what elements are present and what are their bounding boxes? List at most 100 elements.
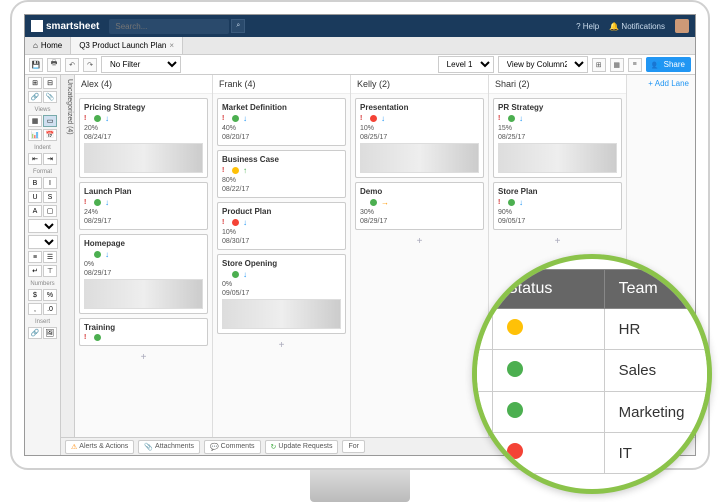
viewby-select[interactable]: View by Column2 <box>498 56 588 73</box>
expand-button[interactable]: ⊞ <box>28 77 42 89</box>
card[interactable]: Store Plan!↓90%09/05/17 <box>493 182 622 230</box>
lane: Kelly (2) Presentation!↓10%08/25/17Demo→3… <box>351 75 489 455</box>
brand-logo[interactable]: smartsheet <box>31 20 99 32</box>
wrap-button[interactable]: ↵ <box>28 265 42 277</box>
font-color-button[interactable]: A <box>28 205 42 217</box>
insert-link-button[interactable]: 🔗 <box>28 327 42 339</box>
card-status-row: !↓ <box>84 198 203 207</box>
tab-home[interactable]: ⌂Home <box>25 37 71 54</box>
card[interactable]: Business Case!↑80%08/22/17 <box>217 150 346 198</box>
card[interactable]: Launch Plan!↓24%08/29/17 <box>79 182 208 230</box>
font-select[interactable]: Arial <box>28 219 58 233</box>
card-image <box>360 143 479 173</box>
card-title: Store Opening <box>222 259 341 268</box>
forms-button[interactable]: For <box>342 440 365 453</box>
share-button[interactable]: 👥Share <box>646 57 691 72</box>
percent-button[interactable]: % <box>43 289 57 301</box>
align-center-button[interactable]: ☰ <box>43 251 57 263</box>
size-select[interactable]: 8 <box>28 235 58 249</box>
card[interactable]: Homepage↓0%08/29/17 <box>79 234 208 314</box>
priority-icon: ! <box>84 334 90 341</box>
card[interactable]: PR Strategy!↓15%08/25/17 <box>493 98 622 178</box>
indent-button[interactable]: ⇥ <box>43 153 57 165</box>
card-status-row: !↓ <box>360 114 479 123</box>
card-settings-button[interactable]: ⊞ <box>592 58 606 72</box>
status-dot-icon <box>94 251 101 258</box>
add-card-button[interactable]: + <box>493 234 622 249</box>
grid-view-button[interactable]: ▦ <box>610 58 624 72</box>
attachments-button[interactable]: 📎Attachments <box>138 440 200 454</box>
valign-button[interactable]: ⊤ <box>43 265 57 277</box>
status-dot-icon <box>232 115 239 122</box>
card-percent: 40% <box>222 125 341 132</box>
card-status-row: ↓ <box>84 250 203 259</box>
card-date: 08/30/17 <box>222 238 341 245</box>
card-percent: 20% <box>84 125 203 132</box>
search-input[interactable] <box>109 19 229 34</box>
zoom-row: HR <box>472 309 712 350</box>
gantt-view-icon[interactable]: 📊 <box>28 129 42 141</box>
alerts-button[interactable]: ⚠Alerts & Actions <box>65 440 134 454</box>
grid-view-icon[interactable]: ▦ <box>28 115 42 127</box>
fill-color-button[interactable]: ▢ <box>43 205 57 217</box>
underline-button[interactable]: U <box>28 191 42 203</box>
priority-icon: ! <box>498 115 504 122</box>
print-button[interactable]: 🖶 <box>47 58 61 72</box>
compact-view-button[interactable]: ≡ <box>628 58 642 72</box>
close-tab-icon[interactable]: × <box>169 41 174 50</box>
priority-icon: ! <box>84 115 90 122</box>
add-card-button[interactable]: + <box>217 338 346 353</box>
save-button[interactable]: 💾 <box>29 58 43 72</box>
zoom-team-cell: Sales <box>604 350 712 392</box>
help-link[interactable]: ? Help <box>576 22 599 31</box>
comments-button[interactable]: 💬Comments <box>204 440 261 454</box>
lane-header[interactable]: Shari (2) <box>489 75 626 94</box>
card[interactable]: Training! <box>79 318 208 346</box>
card-percent: 90% <box>498 209 617 216</box>
card-status-row: ↓ <box>222 270 341 279</box>
user-avatar[interactable] <box>675 19 689 33</box>
link-button[interactable]: 🔗 <box>28 91 42 103</box>
notifications-link[interactable]: 🔔 Notifications <box>609 22 665 31</box>
comma-button[interactable]: , <box>28 303 42 315</box>
filter-select[interactable]: No Filter <box>101 56 181 73</box>
outdent-button[interactable]: ⇤ <box>28 153 42 165</box>
level-select[interactable]: Level 1 <box>438 56 494 73</box>
card[interactable]: Pricing Strategy!↓20%08/24/17 <box>79 98 208 178</box>
search-button[interactable]: ⌕ <box>231 19 245 33</box>
lane-header[interactable]: Alex (4) <box>75 75 212 94</box>
lane-header[interactable]: Frank (4) <box>213 75 350 94</box>
calendar-view-icon[interactable]: 📅 <box>43 129 57 141</box>
card-view-icon[interactable]: ▭ <box>43 115 57 127</box>
collapse-button[interactable]: ⊟ <box>43 77 57 89</box>
status-dot-icon <box>507 443 523 459</box>
lane-header[interactable]: Kelly (2) <box>351 75 488 94</box>
card-status-row: ! <box>84 334 203 341</box>
italic-button[interactable]: I <box>43 177 57 189</box>
attach-button[interactable]: 📎 <box>43 91 57 103</box>
card-title: Product Plan <box>222 207 341 216</box>
card[interactable]: Market Definition!↓40%08/20/17 <box>217 98 346 146</box>
currency-button[interactable]: $ <box>28 289 42 301</box>
bold-button[interactable]: B <box>28 177 42 189</box>
tab-sheet[interactable]: Q3 Product Launch Plan × <box>71 37 183 54</box>
undo-button[interactable]: ↶ <box>65 58 79 72</box>
trend-arrow-icon: ↓ <box>519 114 523 123</box>
strike-button[interactable]: S <box>43 191 57 203</box>
uncategorized-lane[interactable]: Uncategorized (4) <box>61 75 75 455</box>
updates-button[interactable]: ↻Update Requests <box>265 440 339 454</box>
card[interactable]: Presentation!↓10%08/25/17 <box>355 98 484 178</box>
add-card-button[interactable]: + <box>79 350 208 365</box>
decimal-button[interactable]: .0 <box>43 303 57 315</box>
card[interactable]: Demo→30%08/29/17 <box>355 182 484 230</box>
card[interactable]: Product Plan!↓10%08/30/17 <box>217 202 346 250</box>
card-status-row: !↓ <box>498 198 617 207</box>
trend-arrow-icon: ↓ <box>381 114 385 123</box>
align-left-button[interactable]: ≡ <box>28 251 42 263</box>
card[interactable]: Store Opening↓0%09/05/17 <box>217 254 346 334</box>
status-dot-icon <box>94 115 101 122</box>
add-card-button[interactable]: + <box>355 234 484 249</box>
insert-image-button[interactable]: 🖼 <box>43 327 57 339</box>
redo-button[interactable]: ↷ <box>83 58 97 72</box>
zoom-status-cell <box>493 433 605 474</box>
